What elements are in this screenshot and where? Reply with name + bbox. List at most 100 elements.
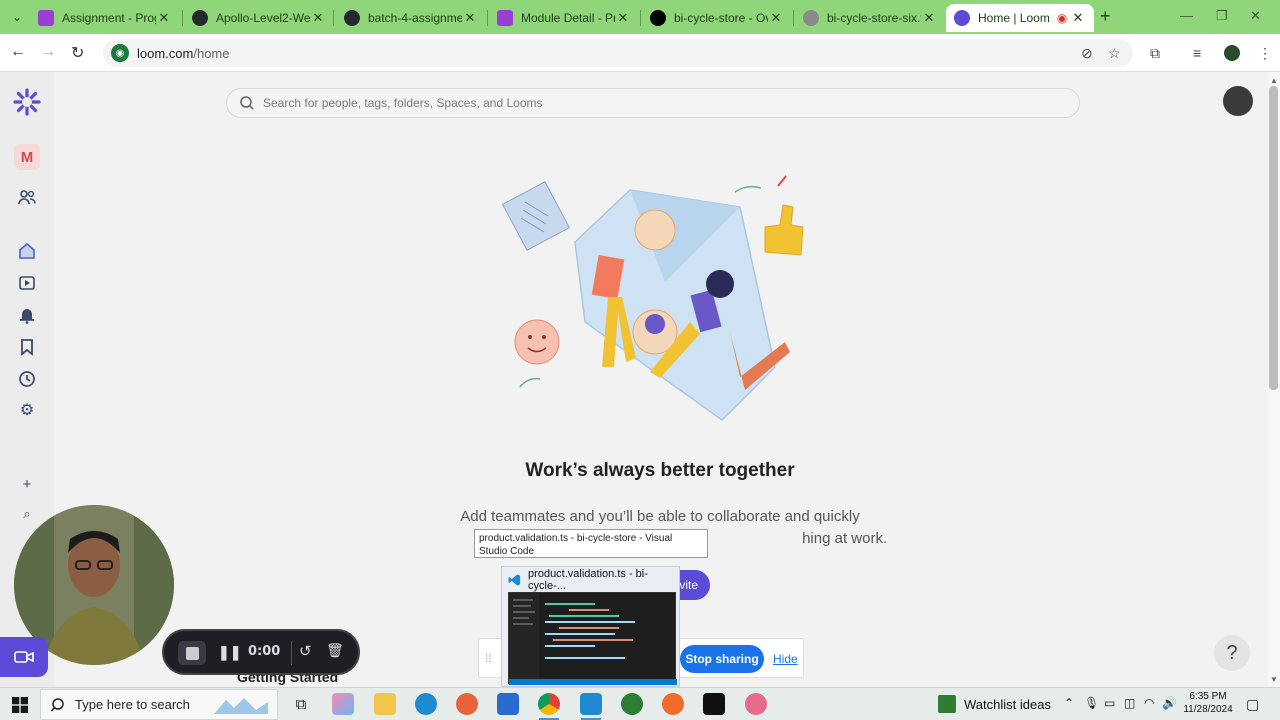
vscode-icon[interactable] xyxy=(580,693,602,715)
tab-vercel-app[interactable]: bi-cycle-store-six.ver ✕ xyxy=(795,4,945,32)
library-icon[interactable] xyxy=(17,273,37,293)
url-domain: loom.com xyxy=(137,45,194,61)
back-icon[interactable]: ← xyxy=(10,43,26,61)
workspace-badge[interactable]: M xyxy=(14,144,40,170)
site-info-icon[interactable]: ◉ xyxy=(111,44,129,62)
tab-assignment[interactable]: Assignment - Progra ✕ xyxy=(30,4,180,32)
notifications-icon[interactable]: ▢ xyxy=(1246,696,1259,713)
recording-indicator-icon: ◉ xyxy=(1056,11,1068,25)
bookmark-icon[interactable] xyxy=(17,337,37,357)
system-clock[interactable]: 6:35 PM 11/28/2024 xyxy=(1178,690,1238,716)
search-highlight-image xyxy=(213,697,268,714)
globe-icon xyxy=(803,10,819,26)
meet-now-icon[interactable]: ◫ xyxy=(1124,696,1135,710)
restore-icon[interactable]: ❐ xyxy=(1216,8,1228,24)
taskbar-search-placeholder: Type here to search xyxy=(75,697,190,712)
mongodb-compass-icon[interactable] xyxy=(621,693,643,715)
speaker-icon[interactable]: 🔊 xyxy=(1162,696,1177,710)
tab-apollo-repo[interactable]: Apollo-Level2-Web-I ✕ xyxy=(184,4,334,32)
microphone-icon[interactable]: 🎙 xyxy=(1084,696,1099,710)
vercel-icon xyxy=(650,10,666,26)
scrollbar-thumb[interactable] xyxy=(1269,86,1278,390)
help-button[interactable]: ? xyxy=(1214,635,1250,671)
taskbar-search-input[interactable]: Type here to search xyxy=(40,689,278,720)
programming-hero-icon xyxy=(38,10,54,26)
firefox-icon[interactable] xyxy=(456,693,478,715)
thumbnail-title: product.validation.ts - bi-cycle-... xyxy=(528,568,648,592)
battery-icon[interactable]: ▭ xyxy=(1104,696,1115,710)
close-window-icon[interactable]: ✕ xyxy=(1250,8,1261,24)
hide-sharing-bar-link[interactable]: Hide xyxy=(773,652,798,666)
address-bar[interactable]: ◉ loom.com/home xyxy=(103,39,1133,67)
close-icon[interactable]: ✕ xyxy=(1070,10,1086,26)
empty-state-subtitle-line1: Add teammates and you’ll be able to coll… xyxy=(460,508,860,525)
tray-overflow-icon[interactable]: ⌃ xyxy=(1064,696,1074,710)
minimize-icon[interactable]: — xyxy=(1180,8,1193,23)
user-avatar[interactable] xyxy=(1223,86,1253,116)
microsoft-store-icon[interactable] xyxy=(497,693,519,715)
restart-icon[interactable]: ↺ xyxy=(299,642,312,660)
scroll-up-icon[interactable]: ▲ xyxy=(1270,76,1278,85)
tab-home-loom[interactable]: Home | Loom ◉ ✕ xyxy=(946,4,1094,32)
taskbar-tooltip: product.validation.ts - bi-cycle-store -… xyxy=(474,529,708,558)
stop-recording-button[interactable] xyxy=(178,641,206,665)
home-icon[interactable] xyxy=(17,241,37,261)
tab-batch-4-assignment[interactable]: batch-4-assignment ✕ xyxy=(336,4,486,32)
reload-icon[interactable]: ↻ xyxy=(71,43,84,63)
search-input[interactable]: Search for people, tags, folders, Spaces… xyxy=(226,88,1080,118)
scroll-down-icon[interactable]: ▼ xyxy=(1270,675,1278,684)
loom-icon xyxy=(954,10,970,26)
drag-handle-icon[interactable]: ⁞⁞ xyxy=(485,651,492,665)
snipping-tool-icon[interactable] xyxy=(745,693,767,715)
close-icon[interactable]: ✕ xyxy=(462,10,478,26)
pause-icon[interactable]: ❚❚ xyxy=(218,644,241,661)
close-icon[interactable]: ✕ xyxy=(156,10,172,26)
stop-icon xyxy=(185,646,199,660)
task-view-icon[interactable]: ⧉ xyxy=(290,693,312,715)
profile-avatar[interactable] xyxy=(1224,45,1240,61)
terminal-icon[interactable] xyxy=(703,693,725,715)
camera-toggle-button[interactable] xyxy=(0,637,48,677)
new-tab-button[interactable]: + xyxy=(1100,6,1111,27)
window-preview[interactable] xyxy=(508,592,677,685)
stop-sharing-button[interactable]: Stop sharing xyxy=(680,645,764,673)
close-icon[interactable]: ✕ xyxy=(615,10,631,26)
widget-label: Watchlist ideas xyxy=(964,696,1051,712)
search-placeholder: Search for people, tags, folders, Spaces… xyxy=(263,96,543,110)
tab-search-menu-icon[interactable]: ⌄ xyxy=(8,8,26,26)
teamwork-illustration xyxy=(501,175,804,421)
clock-date: 11/28/2024 xyxy=(1183,704,1233,715)
close-icon[interactable]: ✕ xyxy=(310,10,326,26)
file-explorer-icon[interactable] xyxy=(374,693,396,715)
search-icon xyxy=(51,697,64,711)
loom-logo-icon[interactable] xyxy=(13,88,41,116)
video-camera-icon xyxy=(14,651,34,663)
forward-icon[interactable]: → xyxy=(40,43,56,61)
camera-blocked-icon[interactable]: ⊘ xyxy=(1081,45,1093,62)
close-icon[interactable]: ✕ xyxy=(921,10,937,26)
more-options-icon[interactable]: ⋮ xyxy=(1258,45,1272,62)
media-controls-icon[interactable]: ≡ xyxy=(1193,45,1201,61)
chrome-icon[interactable] xyxy=(538,693,560,715)
postman-icon[interactable] xyxy=(662,693,684,715)
trash-icon[interactable]: 🗑 xyxy=(326,642,344,659)
settings-gear-icon[interactable]: ⚙ xyxy=(17,400,37,420)
clock-icon[interactable] xyxy=(17,369,37,389)
tab-module-detail[interactable]: Module Detail - Prog ✕ xyxy=(489,4,639,32)
edge-icon[interactable] xyxy=(415,693,437,715)
close-icon[interactable]: ✕ xyxy=(768,10,784,26)
empty-state-headline: Work’s always better together xyxy=(525,460,795,481)
taskbar-thumbnail-popup[interactable]: product.validation.ts - bi-cycle-... xyxy=(501,566,680,687)
clock-time: 6:35 PM xyxy=(1189,691,1227,702)
bookmark-star-icon[interactable]: ☆ xyxy=(1108,45,1121,62)
extensions-icon[interactable]: ⧉ xyxy=(1150,45,1160,62)
windows-start-icon[interactable] xyxy=(12,697,28,713)
bell-icon[interactable] xyxy=(17,305,37,325)
copilot-icon[interactable] xyxy=(332,693,354,715)
people-icon[interactable] xyxy=(17,187,37,207)
tab-vercel-overview[interactable]: bi-cycle-store - Over ✕ xyxy=(642,4,792,32)
wifi-icon[interactable]: ◠ xyxy=(1144,696,1154,710)
widget-button[interactable]: Watchlist ideas xyxy=(938,695,1051,713)
github-icon xyxy=(344,10,360,26)
windows-taskbar: Type here to search ⧉ Watchlist ideas ⌃ … xyxy=(0,687,1280,720)
